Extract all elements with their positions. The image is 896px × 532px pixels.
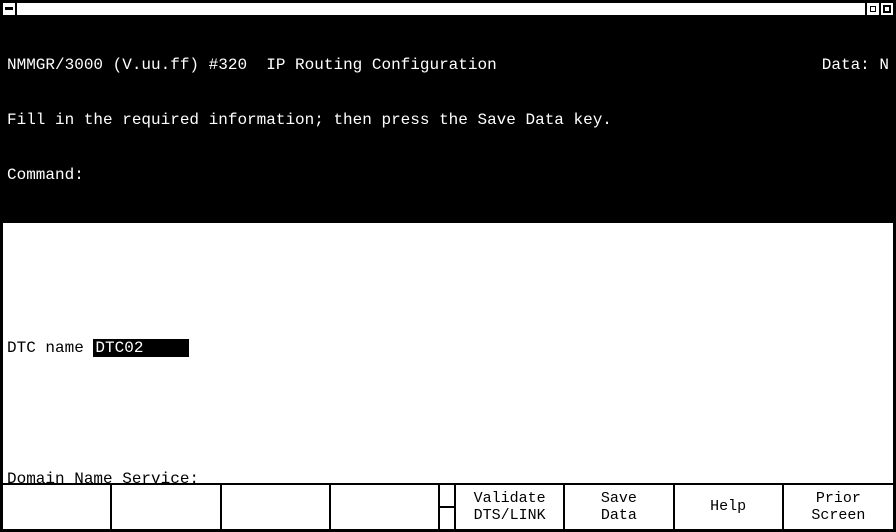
f3-key[interactable]: [222, 485, 331, 529]
system-menu-icon[interactable]: [3, 3, 17, 15]
f6-key-save-data[interactable]: SaveData: [565, 485, 674, 529]
f8-key-prior-screen[interactable]: PriorScreen: [784, 485, 893, 529]
function-key-bar: ValidateDTS/LINK SaveData Help PriorScre…: [3, 483, 893, 529]
data-flag-label: Data:: [822, 56, 870, 74]
minimize-icon[interactable]: [865, 3, 879, 15]
f7-key-help[interactable]: Help: [675, 485, 784, 529]
f2-key[interactable]: [112, 485, 221, 529]
app-window: NMMGR/3000 (V.uu.ff) #320 IP Routing Con…: [0, 0, 896, 532]
titlebar: [3, 3, 893, 17]
maximize-icon[interactable]: [879, 3, 893, 15]
instruction-text: Fill in the required information; then p…: [7, 111, 889, 129]
f5-key-validate[interactable]: ValidateDTS/LINK: [456, 485, 565, 529]
f4-key[interactable]: [331, 485, 440, 529]
page-title: IP Routing Configuration: [266, 56, 496, 74]
program-id: NMMGR/3000 (V.uu.ff) #320: [7, 56, 247, 74]
data-flag-value: N: [879, 56, 889, 74]
screen-header: NMMGR/3000 (V.uu.ff) #320 IP Routing Con…: [3, 17, 893, 223]
command-label: Command:: [7, 166, 889, 184]
dns-section-label: Domain Name Service:: [7, 470, 199, 483]
dtc-name-field[interactable]: DTC02: [93, 339, 189, 357]
form-body: DTC name DTC02 Domain Name Service: Defa…: [3, 223, 893, 483]
dtc-name-label: DTC name: [7, 339, 84, 357]
f1-key[interactable]: [3, 485, 112, 529]
fkey-gap: [440, 485, 456, 529]
